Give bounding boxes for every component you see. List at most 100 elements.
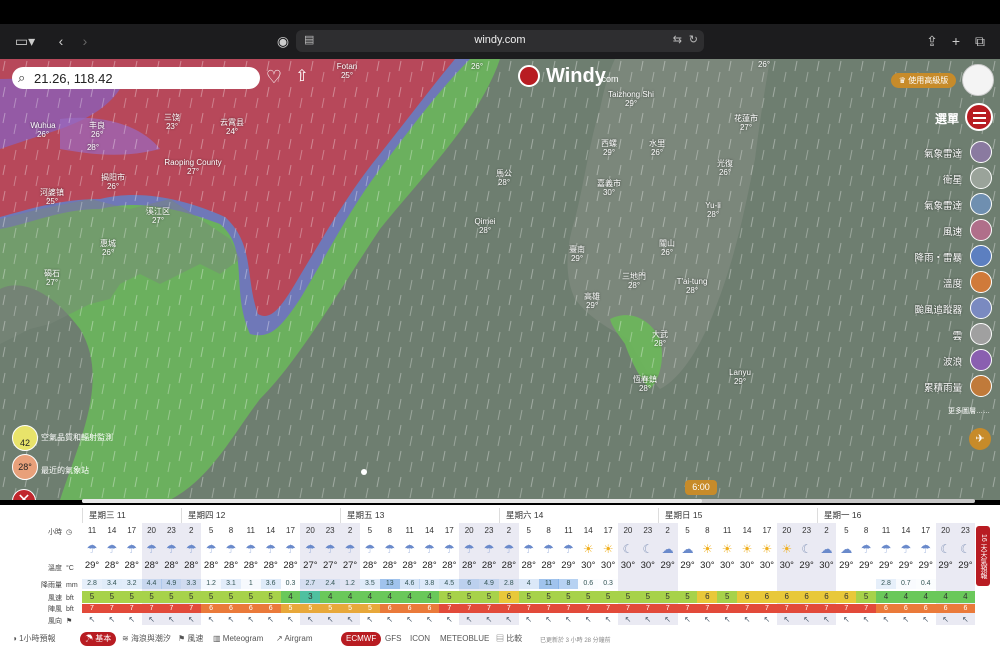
layer-item[interactable]: 颱風追蹤器 xyxy=(892,297,992,319)
station-label[interactable]: 最近的氣象站 xyxy=(41,465,89,476)
layer-item[interactable]: 衛星 xyxy=(892,167,992,189)
reload-icon[interactable]: ↻ xyxy=(689,33,698,46)
menu-button[interactable] xyxy=(965,103,993,131)
layer-item[interactable]: 氣象雷達 xyxy=(892,193,992,215)
tab-wind[interactable]: ⚑ 風速 xyxy=(178,632,203,646)
wind-unit[interactable]: bft xyxy=(66,595,78,602)
map-city-label[interactable]: 馬公 28° xyxy=(496,169,512,187)
share-icon[interactable]: ⇧ xyxy=(291,66,313,88)
temp-cell: 30° xyxy=(739,560,755,571)
map-city-label[interactable]: 云霄县 24° xyxy=(220,118,244,136)
station-button[interactable]: 28° xyxy=(12,454,38,480)
map-city-label[interactable]: 恆春鎮 28° xyxy=(633,375,657,393)
tab-ecmwf[interactable]: ECMWF xyxy=(341,632,382,646)
map-city-label[interactable]: T'ai-tung 28° xyxy=(677,277,708,295)
time-bubble[interactable]: 6:00 xyxy=(685,480,717,495)
forward-icon[interactable]: › xyxy=(78,32,92,50)
wind-cell: 5 xyxy=(459,591,480,603)
more-layers-link[interactable]: 更多圖層…… xyxy=(948,406,990,416)
search-box[interactable]: ⌕ 21.26, 118.42 xyxy=(12,67,260,89)
aqi-label[interactable]: 空氣品質和輻射監測 xyxy=(41,432,113,443)
tab-airgram[interactable]: ↗ Airgram xyxy=(276,632,313,646)
premium-button[interactable]: ♛ 使用高級版 xyxy=(891,73,956,88)
city-temp: 28° xyxy=(627,281,641,290)
map-city-label[interactable]: Taizhong Shi 29° xyxy=(608,90,654,108)
map-city-label[interactable]: 惠城 26° xyxy=(100,239,116,257)
layer-item[interactable]: 累積雨量 xyxy=(892,375,992,397)
tab-meteogram[interactable]: ▥ Meteogram xyxy=(213,632,263,646)
layer-item[interactable]: 降雨・雷暴 xyxy=(892,245,992,267)
aqi-button[interactable]: 42 xyxy=(12,425,38,451)
map-city-label[interactable]: Yu-li 28° xyxy=(705,201,721,219)
layer-item[interactable]: 溫度 xyxy=(892,271,992,293)
tab-gfs[interactable]: GFS xyxy=(385,632,401,646)
map-city-label[interactable]: 河婆镇 25° xyxy=(40,188,64,206)
map-city-label[interactable]: 關山 26° xyxy=(659,239,675,257)
map-city-label[interactable]: 花蓮市 27° xyxy=(734,114,758,132)
share-browser-icon[interactable]: ⇪ xyxy=(924,32,940,50)
wind-cell: 6 xyxy=(756,591,777,603)
city-temp: 28° xyxy=(638,384,652,393)
forecast-grid[interactable]: 11 ☂ 29° 2.8 5 7 ↖ 14 ☂ 28° 3.4 5 7 ↖ 17 ☂ 28° 3.2 5 7 ↖ 20 ☂ 2… xyxy=(82,505,976,627)
tab-hourly[interactable]: ◑ 1小時預報 xyxy=(12,632,56,646)
tab-meteoblue[interactable]: METEOBLUE xyxy=(440,632,489,646)
layer-item[interactable]: 風速 xyxy=(892,219,992,241)
layer-item[interactable]: 氣象雷達 xyxy=(892,141,992,163)
city-name: 花蓮市 xyxy=(734,114,758,123)
search-input[interactable]: 21.26, 118.42 xyxy=(34,71,113,86)
temp-unit[interactable]: °C xyxy=(66,565,78,572)
tab-waves[interactable]: ≋ 海浪與潮汐 xyxy=(122,632,171,646)
new-tab-icon[interactable]: + xyxy=(948,32,964,50)
wind-direction-icon: ↖ xyxy=(664,615,671,624)
extension-icon[interactable]: ◉ xyxy=(275,32,291,50)
map-city-label[interactable]: Wuhua 26° xyxy=(30,121,55,139)
map-city-label[interactable]: Fotan 25° xyxy=(337,62,357,80)
compare-forecast-button[interactable]: 16 天天氣預報 xyxy=(976,526,990,586)
hour-cell: 14 xyxy=(901,526,911,535)
hour-cell: 8 xyxy=(228,526,234,535)
wind-direction-icon: ↖ xyxy=(227,615,235,624)
layer-item[interactable]: 波浪 xyxy=(892,349,992,371)
weather-map[interactable]: ⌕ 21.26, 118.42 ♡ ⇧ Windy .com ♛ 使用高級版 選… xyxy=(0,59,1000,500)
map-city-label[interactable]: 嘉義市 30° xyxy=(597,179,621,197)
map-city-label[interactable]: 三饶 23° xyxy=(164,113,180,131)
map-city-label[interactable]: 臺南 29° xyxy=(569,245,585,263)
map-city-label[interactable]: Lanyu 29° xyxy=(729,368,751,386)
map-city-label[interactable]: 26° xyxy=(471,62,483,71)
favorite-icon[interactable]: ♡ xyxy=(264,67,284,87)
gust-unit[interactable]: bft xyxy=(66,606,78,613)
map-city-label[interactable]: 西螺 29° xyxy=(601,139,617,157)
map-city-label[interactable]: 溪江区 27° xyxy=(146,207,170,225)
map-city-label[interactable]: 碣石 27° xyxy=(44,269,60,287)
tab-compare[interactable]: ▤ 比較 xyxy=(496,632,522,646)
tab-icon[interactable]: ICON xyxy=(410,632,430,646)
tabs-icon[interactable]: ⧉ xyxy=(972,32,988,50)
sidebar-icon[interactable]: ▭▾ xyxy=(12,32,38,50)
layer-item[interactable]: 雲 xyxy=(892,323,992,345)
back-icon[interactable]: ‹ xyxy=(54,32,68,50)
map-city-label[interactable]: 丰良 26° xyxy=(89,121,105,139)
map-city-label[interactable]: 三地門 28° xyxy=(622,272,646,290)
tab-basic[interactable]: ☂ 基本 xyxy=(80,632,117,646)
map-city-label[interactable]: 28° xyxy=(87,143,99,152)
city-temp: 29° xyxy=(585,301,599,310)
windy-logo[interactable]: Windy .com xyxy=(518,63,619,89)
map-city-label[interactable]: 揭阳市 26° xyxy=(101,173,125,191)
wind-cell: 3 xyxy=(300,591,321,603)
timeline-slider[interactable] xyxy=(82,499,975,503)
temp-cell: 29° xyxy=(799,560,814,571)
map-city-label[interactable]: Raoping County 27° xyxy=(164,158,221,176)
map-city-label[interactable]: 26° xyxy=(758,60,770,69)
map-city-label[interactable]: 高雄 29° xyxy=(584,292,600,310)
translate-icon[interactable]: ⇆ xyxy=(673,33,682,46)
rain-unit[interactable]: mm xyxy=(66,582,78,589)
map-city-label[interactable]: Qimei 28° xyxy=(475,217,496,235)
menu-label[interactable]: 選單 xyxy=(935,110,959,127)
map-city-label[interactable]: 大武 28° xyxy=(652,330,668,348)
map-city-label[interactable]: 光復 26° xyxy=(717,159,733,177)
address-bar[interactable]: ▤ windy.com ⇆ ↻ xyxy=(296,30,704,52)
airport-icon[interactable]: ✈ xyxy=(969,428,991,450)
user-avatar[interactable] xyxy=(962,64,994,96)
layer-label: 氣象雷達 xyxy=(923,149,962,160)
map-city-label[interactable]: 水里 26° xyxy=(649,139,665,157)
